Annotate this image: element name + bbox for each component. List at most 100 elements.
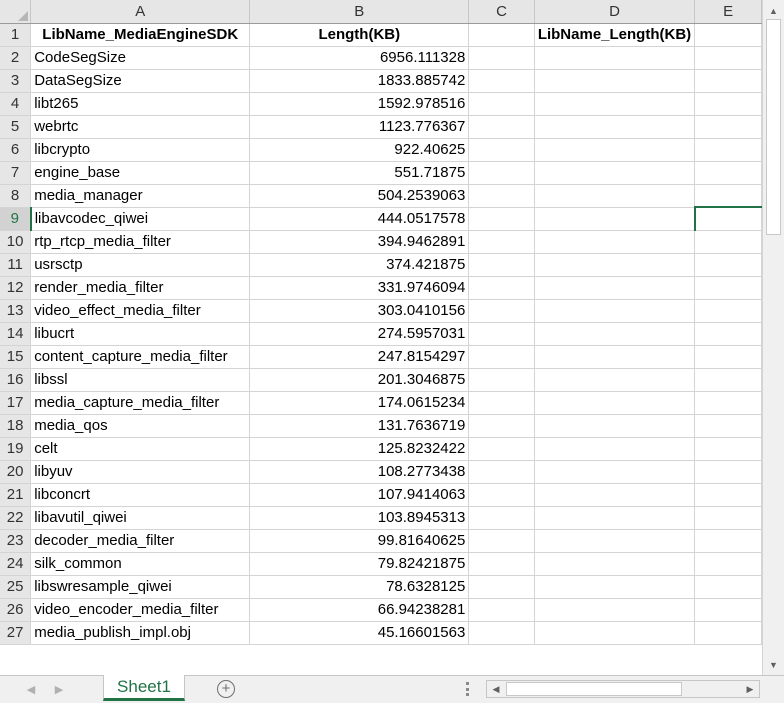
cell-length[interactable]: 125.8232422	[249, 437, 470, 461]
cell-name[interactable]: media_manager	[30, 184, 251, 208]
cell-empty-c[interactable]	[468, 207, 535, 231]
cell-empty-c[interactable]	[468, 230, 535, 254]
cell-empty-e[interactable]	[694, 460, 762, 484]
cell-name[interactable]: content_capture_media_filter	[30, 345, 251, 369]
cell-empty-d[interactable]	[534, 598, 696, 622]
cell-length[interactable]: 551.71875	[249, 161, 470, 185]
row-header[interactable]: 25	[0, 575, 32, 599]
row-header[interactable]: 2	[0, 46, 32, 70]
cell-empty-e[interactable]	[694, 115, 762, 139]
cell-empty-c[interactable]	[468, 529, 535, 553]
cell-length[interactable]: 103.8945313	[249, 506, 470, 530]
cell-empty-e[interactable]	[694, 437, 762, 461]
cell-empty-c[interactable]	[468, 391, 535, 415]
worksheet-table[interactable]: A B C D E 1 LibName_MediaEngineSDK Lengt…	[0, 0, 762, 645]
cell-length[interactable]: 201.3046875	[249, 368, 470, 392]
cell-length[interactable]: 131.7636719	[249, 414, 470, 438]
row-header[interactable]: 8	[0, 184, 32, 208]
cell-length[interactable]: 108.2773438	[249, 460, 470, 484]
cell-e1[interactable]	[694, 23, 762, 47]
row-header[interactable]: 19	[0, 437, 32, 461]
cell-name[interactable]: engine_base	[30, 161, 251, 185]
cell-empty-d[interactable]	[534, 368, 696, 392]
cell-name[interactable]: DataSegSize	[30, 69, 251, 93]
cell-name[interactable]: media_publish_impl.obj	[30, 621, 251, 645]
row-header[interactable]: 11	[0, 253, 32, 277]
row-header[interactable]: 4	[0, 92, 32, 116]
spreadsheet-grid[interactable]: A B C D E 1 LibName_MediaEngineSDK Lengt…	[0, 0, 762, 675]
column-header-b[interactable]: B	[249, 0, 470, 24]
cell-empty-c[interactable]	[468, 299, 535, 323]
cell-name[interactable]: celt	[30, 437, 251, 461]
cell-name[interactable]: media_qos	[30, 414, 251, 438]
cell-empty-e[interactable]	[694, 368, 762, 392]
cell-name[interactable]: video_effect_media_filter	[30, 299, 251, 323]
cell-empty-c[interactable]	[468, 253, 535, 277]
cell-name[interactable]: libconcrt	[30, 483, 251, 507]
sheet-nav-prev-icon[interactable]: ◀	[22, 680, 40, 698]
triangle-down-icon[interactable]: ▼	[765, 656, 782, 673]
cell-empty-d[interactable]	[534, 460, 696, 484]
cell-empty-d[interactable]	[534, 46, 696, 70]
cell-empty-c[interactable]	[468, 322, 535, 346]
row-header[interactable]: 27	[0, 621, 32, 645]
cell-length[interactable]: 331.9746094	[249, 276, 470, 300]
cell-empty-c[interactable]	[468, 138, 535, 162]
cell-empty-d[interactable]	[534, 184, 696, 208]
cell-name[interactable]: media_capture_media_filter	[30, 391, 251, 415]
cell-empty-c[interactable]	[468, 69, 535, 93]
row-header[interactable]: 1	[0, 23, 32, 47]
vertical-scroll-thumb[interactable]	[766, 19, 781, 235]
cell-empty-d[interactable]	[534, 253, 696, 277]
cell-empty-c[interactable]	[468, 161, 535, 185]
cell-empty-d[interactable]	[534, 391, 696, 415]
cell-length[interactable]: 247.8154297	[249, 345, 470, 369]
cell-name[interactable]: libssl	[30, 368, 251, 392]
column-header-a[interactable]: A	[30, 0, 251, 24]
cell-length[interactable]: 1833.885742	[249, 69, 470, 93]
cell-empty-d[interactable]	[534, 161, 696, 185]
row-header[interactable]: 24	[0, 552, 32, 576]
row-header[interactable]: 9	[0, 207, 32, 231]
cell-length[interactable]: 6956.111328	[249, 46, 470, 70]
cell-empty-e[interactable]	[694, 69, 762, 93]
cell-empty-c[interactable]	[468, 46, 535, 70]
cell-empty-e[interactable]	[694, 253, 762, 277]
cell-empty-d[interactable]	[534, 230, 696, 254]
row-header[interactable]: 3	[0, 69, 32, 93]
cell-empty-e[interactable]	[694, 299, 762, 323]
row-header[interactable]: 10	[0, 230, 32, 254]
vertical-scrollbar[interactable]: ▲ ▼	[762, 0, 784, 675]
cell-empty-e[interactable]	[694, 161, 762, 185]
row-header[interactable]: 26	[0, 598, 32, 622]
cell-length[interactable]: 374.421875	[249, 253, 470, 277]
cell-empty-c[interactable]	[468, 414, 535, 438]
cell-empty-d[interactable]	[534, 529, 696, 553]
cell-empty-e[interactable]	[694, 230, 762, 254]
cell-empty-e[interactable]	[694, 391, 762, 415]
row-header[interactable]: 17	[0, 391, 32, 415]
cell-empty-c[interactable]	[468, 368, 535, 392]
sheet-nav-next-icon[interactable]: ▶	[50, 680, 68, 698]
cell-empty-d[interactable]	[534, 437, 696, 461]
row-header[interactable]: 13	[0, 299, 32, 323]
cell-c1[interactable]	[468, 23, 535, 47]
cell-length[interactable]: 99.81640625	[249, 529, 470, 553]
triangle-up-icon[interactable]: ▲	[765, 2, 782, 19]
tab-sheet1[interactable]: Sheet1	[103, 675, 185, 701]
cell-empty-c[interactable]	[468, 598, 535, 622]
cell-length[interactable]: 274.5957031	[249, 322, 470, 346]
row-header[interactable]: 21	[0, 483, 32, 507]
cell-empty-d[interactable]	[534, 575, 696, 599]
cell-name[interactable]: decoder_media_filter	[30, 529, 251, 553]
cell-empty-e[interactable]	[694, 92, 762, 116]
row-header[interactable]: 15	[0, 345, 32, 369]
cell-name[interactable]: CodeSegSize	[30, 46, 251, 70]
cell-name[interactable]: libavutil_qiwei	[30, 506, 251, 530]
cell-length[interactable]: 1592.978516	[249, 92, 470, 116]
cell-empty-e[interactable]	[694, 46, 762, 70]
cell-name[interactable]: libt265	[30, 92, 251, 116]
row-header[interactable]: 6	[0, 138, 32, 162]
row-header[interactable]: 5	[0, 115, 32, 139]
cell-empty-e[interactable]	[694, 322, 762, 346]
